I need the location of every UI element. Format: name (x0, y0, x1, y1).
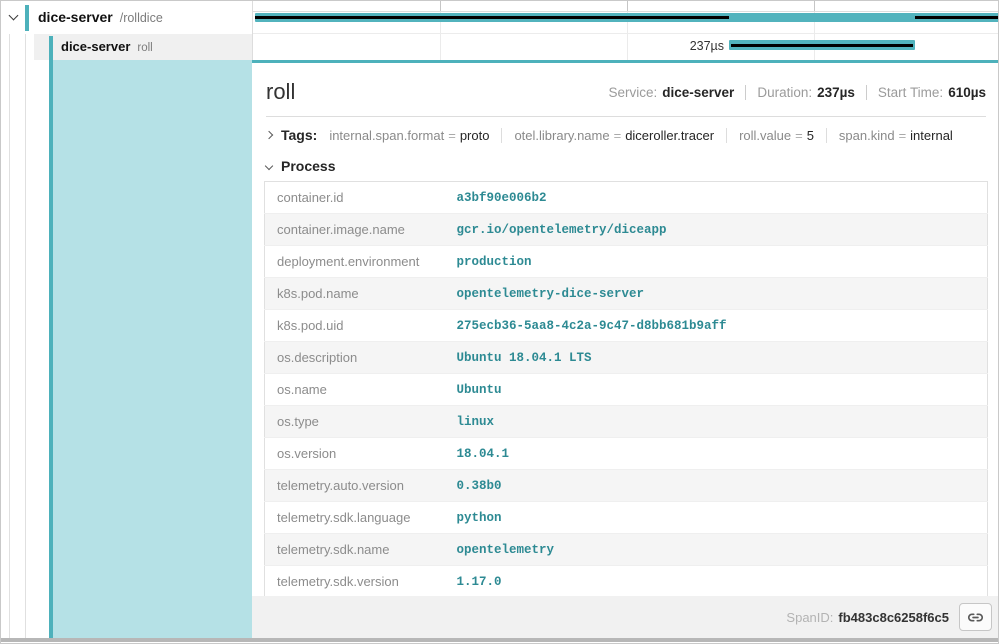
tag-summary: internal.span.format=proto (329, 128, 489, 143)
operation-name: /rolldice (120, 11, 163, 25)
table-row: telemetry.auto.version0.38b0 (265, 470, 988, 502)
span-id-value: fb483c8c6258f6c5 (838, 610, 949, 625)
jaeger-trace-view: dice-server/rolldice dice-server roll 237… (0, 0, 999, 644)
span-title: roll (266, 79, 608, 105)
process-label: Process (281, 158, 335, 174)
span-bar-rolldice[interactable] (255, 13, 999, 22)
service-name: dice-server (61, 39, 130, 54)
critical-path-segment (731, 44, 913, 47)
span-duration-label: 237µs (253, 36, 724, 56)
span-detail-header[interactable]: roll Service:dice-server Duration:237µs … (252, 63, 999, 114)
table-row: k8s.pod.uid275ecb36-5aa8-4c2a-9c47-d8bb6… (265, 310, 988, 342)
table-row: os.version18.04.1 (265, 438, 988, 470)
process-section-header[interactable]: Process (252, 151, 999, 181)
bottom-edge-bar (1, 638, 998, 642)
table-row: k8s.pod.nameopentelemetry-dice-server (265, 278, 988, 310)
row-separator (253, 33, 999, 34)
tag-summary: otel.library.name=diceroller.tracer (514, 128, 714, 143)
tag-divider (826, 128, 827, 143)
selected-span-fill (53, 60, 252, 638)
tag-divider (501, 128, 502, 143)
indent-guide (9, 34, 10, 638)
table-row: deployment.environmentproduction (265, 246, 988, 278)
tag-divider (726, 128, 727, 143)
span-color-bar (25, 5, 29, 31)
timeline-tick (814, 1, 815, 60)
critical-path-segment (255, 16, 729, 19)
process-attributes-table: container.ida3bf90e006b2 container.image… (264, 181, 988, 598)
service-name: dice-server (38, 9, 113, 25)
span-header-stats: Service:dice-server Duration:237µs Start… (608, 85, 986, 100)
span-name-roll[interactable]: dice-server roll (61, 34, 153, 60)
table-row: telemetry.sdk.version1.17.0 (265, 566, 988, 598)
stat-divider (866, 85, 867, 100)
collapse-chevron-icon[interactable] (9, 11, 19, 21)
table-row: os.nameUbuntu (265, 374, 988, 406)
span-detail-panel: roll Service:dice-server Duration:237µs … (252, 60, 999, 638)
table-row: telemetry.sdk.languagepython (265, 502, 988, 534)
span-detail-footer: SpanID: fb483c8c6258f6c5 (252, 596, 999, 638)
chevron-down-icon (265, 162, 273, 170)
ruler-line (253, 11, 999, 12)
tag-summary: span.kind=internal (839, 128, 953, 143)
indent-guide (25, 34, 26, 638)
operation-name: roll (137, 42, 152, 54)
table-row: os.typelinux (265, 406, 988, 438)
copy-link-button[interactable] (959, 603, 992, 631)
service-stat: Service:dice-server (608, 85, 734, 100)
trace-timeline: 237µs (253, 1, 999, 60)
span-bar-roll[interactable] (729, 40, 915, 50)
table-row: container.image.namegcr.io/opentelemetry… (265, 214, 988, 246)
table-row: container.ida3bf90e006b2 (265, 182, 988, 214)
stat-divider (745, 85, 746, 100)
duration-stat: Duration:237µs (757, 85, 855, 100)
span-name-rolldice[interactable]: dice-server/rolldice (38, 1, 163, 34)
table-row: telemetry.sdk.nameopentelemetry (265, 534, 988, 566)
start-time-stat: Start Time:610µs (878, 85, 986, 100)
span-color-bar (49, 36, 53, 60)
tag-summary: roll.value=5 (739, 128, 814, 143)
span-id-label: SpanID: (786, 610, 833, 625)
tags-label: Tags: (281, 127, 317, 143)
tags-section-header[interactable]: Tags: internal.span.format=proto otel.li… (252, 117, 999, 151)
chevron-right-icon (265, 131, 273, 139)
link-icon (967, 609, 984, 626)
critical-path-segment (915, 16, 999, 19)
span-row-rolldice[interactable]: dice-server/rolldice (1, 1, 252, 34)
table-row: os.descriptionUbuntu 18.04.1 LTS (265, 342, 988, 374)
